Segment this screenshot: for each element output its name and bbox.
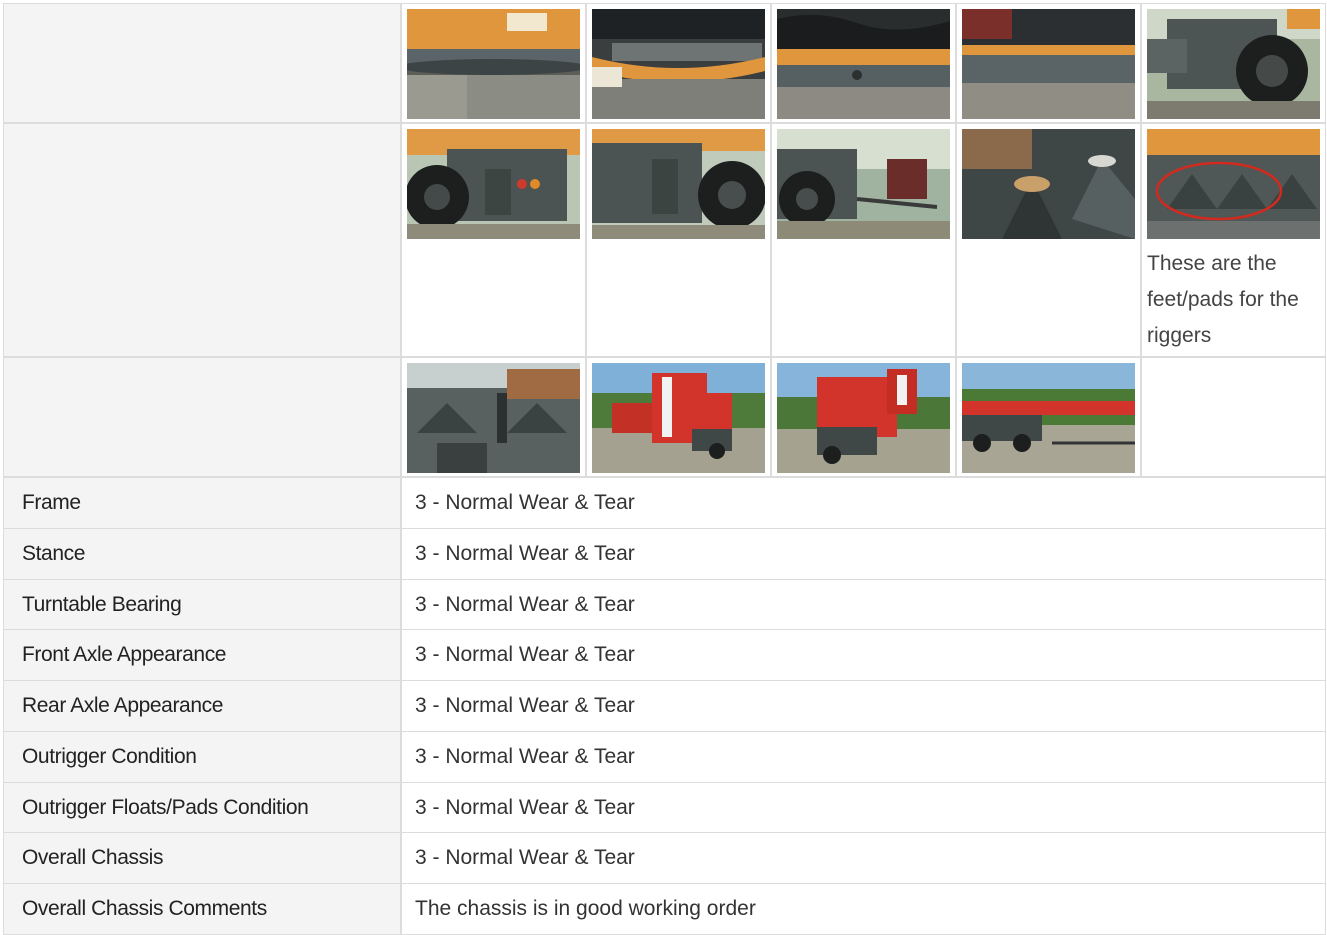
- chassis-rear-lights-photo[interactable]: [407, 129, 580, 239]
- rating-label: Front Axle Appearance: [3, 629, 401, 681]
- rating-value: The chassis is in good working order: [401, 883, 1326, 935]
- rating-label: Overall Chassis: [3, 832, 401, 884]
- photo-cell: [771, 123, 956, 357]
- chassis-rear-wheel-photo[interactable]: [1147, 9, 1320, 119]
- rating-value: 3 - Normal Wear & Tear: [401, 782, 1326, 833]
- photo-cell: [771, 357, 956, 477]
- photo-cell: [586, 123, 771, 357]
- outrigger-pads-photo-2[interactable]: [1147, 129, 1320, 239]
- photo-cell: [401, 357, 586, 477]
- outrigger-pads-photo-3[interactable]: [407, 363, 580, 473]
- turntable-bearing-photo-3[interactable]: [777, 9, 950, 119]
- empty-photo-cell: [1141, 357, 1326, 477]
- photo-cell: [401, 3, 586, 123]
- photo-cell: These are the feet/pads for the riggers: [1141, 123, 1326, 357]
- turntable-bearing-photo-1[interactable]: [407, 9, 580, 119]
- turntable-bearing-photo-2[interactable]: [592, 9, 765, 119]
- rating-value: 3 - Normal Wear & Tear: [401, 731, 1326, 783]
- chassis-rear-tire-photo[interactable]: [592, 129, 765, 239]
- rating-value: 3 - Normal Wear & Tear: [401, 528, 1326, 580]
- rating-label: Rear Axle Appearance: [3, 680, 401, 732]
- outrigger-pads-photo-1[interactable]: [962, 129, 1135, 239]
- rating-label: Stance: [3, 528, 401, 580]
- photo-cell: [956, 357, 1141, 477]
- photo-cell: [586, 357, 771, 477]
- photo-cell: [771, 3, 956, 123]
- rating-label: Overall Chassis Comments: [3, 883, 401, 935]
- rating-value: 3 - Normal Wear & Tear: [401, 832, 1326, 884]
- chassis-inspection-table: These are the feet/pads for the riggers …: [0, 0, 1327, 935]
- photo-cell: [1141, 3, 1326, 123]
- photo-cell: [586, 3, 771, 123]
- rating-value: 3 - Normal Wear & Tear: [401, 477, 1326, 529]
- crane-rear-view-photo[interactable]: [777, 363, 950, 473]
- rating-value: 3 - Normal Wear & Tear: [401, 680, 1326, 732]
- photo-row-label-cell: [3, 123, 401, 357]
- photo-cell: [401, 123, 586, 357]
- rating-label: Outrigger Floats/Pads Condition: [3, 782, 401, 833]
- rating-value: 3 - Normal Wear & Tear: [401, 629, 1326, 681]
- rating-label: Turntable Bearing: [3, 579, 401, 630]
- turntable-bearing-photo-4[interactable]: [962, 9, 1135, 119]
- chassis-rear-hitch-photo[interactable]: [777, 129, 950, 239]
- photo-cell: [956, 123, 1141, 357]
- photo-row-label-cell: [3, 357, 401, 477]
- rating-value: 3 - Normal Wear & Tear: [401, 579, 1326, 630]
- photo-cell: [956, 3, 1141, 123]
- photo-row-label-cell: [3, 3, 401, 123]
- rating-label: Outrigger Condition: [3, 731, 401, 783]
- crane-front-view-photo[interactable]: [592, 363, 765, 473]
- photo-caption: These are the feet/pads for the riggers: [1147, 252, 1299, 347]
- rating-label: Frame: [3, 477, 401, 529]
- crane-side-view-photo[interactable]: [962, 363, 1135, 473]
